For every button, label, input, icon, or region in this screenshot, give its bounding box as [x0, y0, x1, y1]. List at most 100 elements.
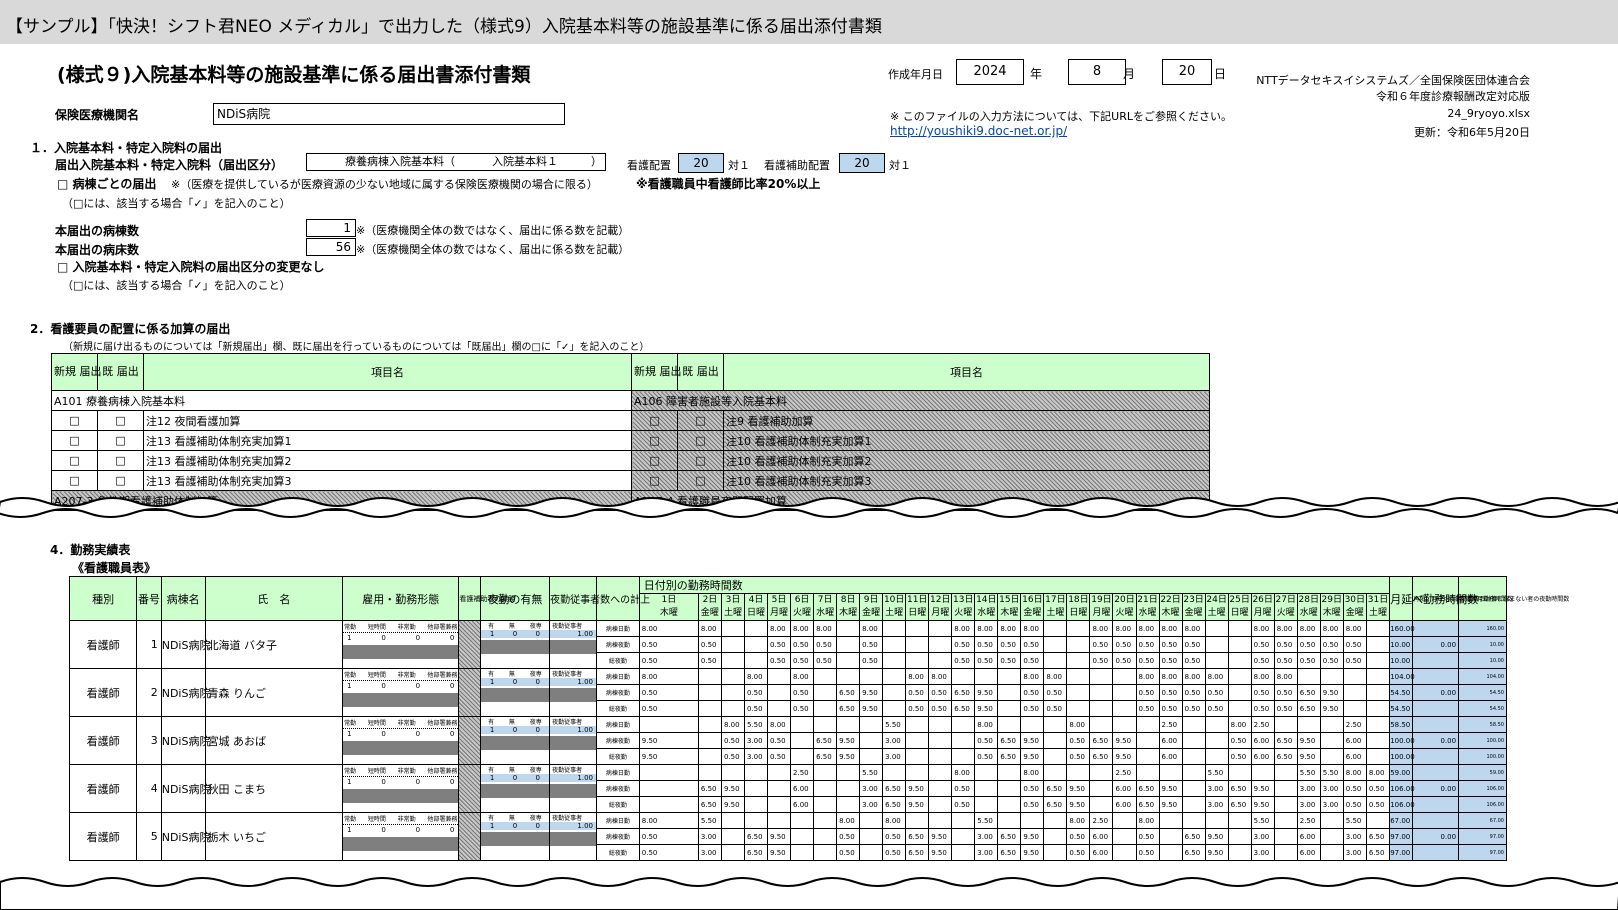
hours-cell[interactable]: [882, 700, 907, 717]
hours-cell[interactable]: [1158, 844, 1183, 861]
hours-cell[interactable]: 8.00: [905, 668, 930, 685]
hours-cell[interactable]: 8.00: [767, 620, 792, 637]
hours-cell[interactable]: [1250, 764, 1275, 781]
hours-cell[interactable]: 0.50: [1135, 828, 1160, 845]
count-cell[interactable]: 夜勤従事者 1.00: [549, 620, 597, 669]
hours-cell[interactable]: 6.50: [1043, 780, 1068, 797]
hours-cell[interactable]: 0.50: [720, 732, 745, 749]
staff-ward[interactable]: NDiS病院: [160, 620, 210, 669]
hours-cell[interactable]: [928, 636, 953, 653]
hours-cell[interactable]: 9.50: [638, 732, 699, 749]
hours-cell[interactable]: 0.50: [638, 652, 699, 669]
hours-cell[interactable]: 0.50: [974, 636, 999, 653]
hours-cell[interactable]: 0.50: [951, 780, 976, 797]
hours-cell[interactable]: [1135, 748, 1160, 765]
hours-cell[interactable]: [1273, 844, 1298, 861]
hours-cell[interactable]: 8.00: [1227, 716, 1252, 733]
hours-cell[interactable]: [1158, 828, 1183, 845]
hours-cell[interactable]: [882, 652, 907, 669]
existing-checkbox[interactable]: □: [677, 430, 724, 451]
hours-cell[interactable]: 6.50: [1296, 684, 1321, 701]
staff-number[interactable]: 1: [136, 620, 162, 669]
hours-cell[interactable]: 6.00: [1158, 748, 1183, 765]
hours-cell[interactable]: 0.50: [767, 748, 792, 765]
staff-ward[interactable]: NDiS病院: [160, 764, 210, 813]
hours-cell[interactable]: 8.00: [1020, 668, 1045, 685]
hours-cell[interactable]: [1227, 764, 1252, 781]
hours-cell[interactable]: 2.50: [1158, 716, 1183, 733]
night-cell[interactable]: 有 無 夜専 1 0 0: [479, 764, 551, 813]
hours-cell[interactable]: [813, 796, 838, 813]
hours-cell[interactable]: [697, 764, 722, 781]
hours-cell[interactable]: 3.00: [743, 748, 769, 765]
hours-cell[interactable]: 8.00: [951, 764, 976, 781]
hours-cell[interactable]: [1365, 668, 1391, 685]
hours-cell[interactable]: [859, 844, 884, 861]
hours-cell[interactable]: 0.50: [974, 732, 999, 749]
hours-cell[interactable]: 9.50: [1158, 796, 1183, 813]
hours-cell[interactable]: [951, 732, 976, 749]
hours-cell[interactable]: 0.50: [1158, 636, 1183, 653]
hours-cell[interactable]: 0.50: [697, 652, 722, 669]
hours-cell[interactable]: 0.50: [1250, 684, 1275, 701]
hours-cell[interactable]: 0.50: [905, 700, 930, 717]
hours-cell[interactable]: [638, 716, 699, 733]
existing-checkbox[interactable]: □: [97, 470, 144, 491]
beds-field[interactable]: 56: [306, 238, 356, 256]
hours-cell[interactable]: 0.50: [1066, 828, 1091, 845]
hours-cell[interactable]: 8.00: [1181, 668, 1206, 685]
hours-cell[interactable]: 0.50: [743, 684, 769, 701]
hours-cell[interactable]: 0.50: [638, 636, 699, 653]
hours-cell[interactable]: 0.50: [859, 636, 884, 653]
hours-cell[interactable]: [1204, 732, 1229, 749]
hours-cell[interactable]: [905, 620, 930, 637]
hours-cell[interactable]: [1066, 684, 1091, 701]
hours-cell[interactable]: 6.50: [997, 828, 1022, 845]
hours-cell[interactable]: 3.00: [1250, 828, 1275, 845]
hours-cell[interactable]: 6.00: [1342, 748, 1367, 765]
hours-cell[interactable]: 8.00: [1135, 668, 1160, 685]
hours-cell[interactable]: 8.00: [638, 668, 699, 685]
hours-cell[interactable]: [813, 700, 838, 717]
hours-cell[interactable]: [951, 668, 976, 685]
new-checkbox[interactable]: □: [51, 410, 98, 431]
hours-cell[interactable]: 0.50: [1089, 636, 1114, 653]
hours-cell[interactable]: 8.00: [638, 620, 699, 637]
hours-cell[interactable]: [697, 732, 722, 749]
hours-cell[interactable]: [1319, 732, 1344, 749]
hours-cell[interactable]: 6.50: [1135, 780, 1160, 797]
hours-cell[interactable]: 6.50: [697, 780, 722, 797]
hours-cell[interactable]: 5.50: [882, 716, 907, 733]
hours-cell[interactable]: 3.00: [1319, 796, 1344, 813]
hours-cell[interactable]: [767, 780, 792, 797]
hours-cell[interactable]: [1181, 796, 1206, 813]
staff-ward[interactable]: NDiS病院: [160, 812, 210, 861]
hours-cell[interactable]: 9.50: [1319, 700, 1344, 717]
hours-cell[interactable]: 2.50: [790, 764, 815, 781]
hours-cell[interactable]: 0.50: [1273, 700, 1298, 717]
hours-cell[interactable]: 9.50: [928, 828, 953, 845]
hours-cell[interactable]: [836, 652, 861, 669]
hours-cell[interactable]: [928, 764, 953, 781]
hours-cell[interactable]: [1204, 716, 1229, 733]
hours-cell[interactable]: 8.00: [1342, 620, 1367, 637]
hours-cell[interactable]: [974, 780, 999, 797]
hours-cell[interactable]: 8.00: [697, 620, 722, 637]
hours-cell[interactable]: [1066, 620, 1091, 637]
hours-cell[interactable]: [859, 732, 884, 749]
hours-cell[interactable]: 0.50: [928, 700, 953, 717]
count-cell[interactable]: 夜勤従事者 1.00: [549, 764, 597, 813]
hours-cell[interactable]: [720, 636, 745, 653]
hours-cell[interactable]: 0.50: [951, 652, 976, 669]
staff-type[interactable]: 看護師: [68, 620, 138, 669]
hours-cell[interactable]: [1043, 636, 1068, 653]
hours-cell[interactable]: 6.50: [951, 700, 976, 717]
staff-name[interactable]: 宮城 あおば: [204, 716, 344, 765]
hours-cell[interactable]: 0.50: [767, 732, 792, 749]
hours-cell[interactable]: [928, 732, 953, 749]
hours-cell[interactable]: [1112, 684, 1137, 701]
hours-cell[interactable]: [882, 620, 907, 637]
hours-cell[interactable]: 8.00: [743, 668, 769, 685]
ward-checkbox[interactable]: □ 病棟ごとの届出: [57, 175, 156, 192]
hours-cell[interactable]: 8.00: [859, 620, 884, 637]
